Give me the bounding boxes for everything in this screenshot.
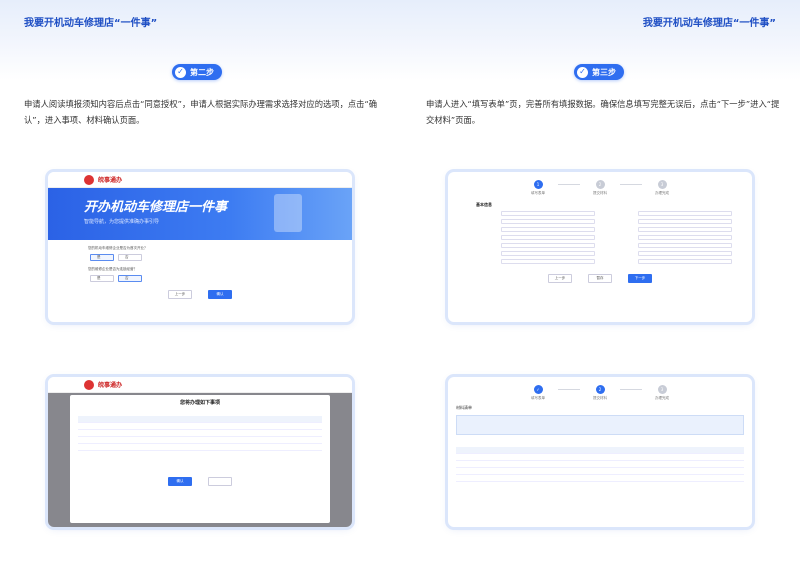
header-gradient (0, 0, 800, 80)
step-dot-3: 3 (657, 180, 667, 189)
check-icon: ✓ (175, 66, 186, 78)
page-title-right: 我要开机动车修理店“一件事” (642, 18, 776, 29)
step-label: 办理完成 (655, 396, 669, 400)
step-2-description: 申请人阅读填报须知内容后点击“同意授权”，申请人根据实际办理需求选择对应的选项，… (24, 99, 378, 125)
question-1: 您的机动车维修企业是否为首次开业？ (88, 246, 148, 250)
screenshot-form-page: 1 填写表单 2 提交材料 3 办理完成 基本信息 上一步 暂存 下一步 (448, 172, 752, 322)
progress-stepper: 1 填写表单 2 提交材料 3 办理完成 (448, 180, 752, 196)
step-badge-3: ✓ 第三步 (574, 64, 624, 80)
form-field[interactable] (638, 227, 732, 232)
step-dot-1: 1 (533, 180, 543, 189)
table-row (456, 468, 744, 475)
form-field[interactable] (501, 259, 595, 264)
step-badge-label: 第二步 (190, 67, 214, 77)
confirm-button[interactable]: 确认 (168, 477, 192, 486)
progress-stepper: ✓ 填写表单 2 提交材料 3 办理完成 (448, 385, 752, 401)
option-no[interactable]: 否 (118, 254, 142, 261)
logo-icon (84, 379, 94, 390)
step-label: 填写表单 (531, 191, 545, 195)
step-dot-2: 2 (595, 385, 605, 394)
page-title-left: 我要开机动车修理店“一件事” (24, 18, 158, 29)
prev-button[interactable]: 上一步 (168, 290, 192, 299)
form-field[interactable] (638, 243, 732, 248)
step-connector (558, 389, 580, 390)
modal-title: 您将办理如下事项 (179, 400, 220, 406)
step-label: 填写表单 (531, 396, 545, 400)
banner-subtitle: 智能导航，为您提供准确办事引导 (84, 219, 160, 225)
site-header: 皖事通办 (48, 172, 352, 188)
confirm-button[interactable]: 确认 (208, 290, 232, 299)
form-field[interactable] (501, 219, 595, 224)
form-field[interactable] (501, 243, 595, 248)
document-illustration-icon (274, 194, 302, 232)
table-row (456, 461, 744, 468)
upload-info-box (456, 415, 744, 435)
table-row (78, 444, 322, 451)
screenshot-items-modal: 皖事通办 您将办理如下事项 确认 (48, 377, 352, 527)
cancel-button[interactable] (208, 477, 232, 486)
site-logo-text: 皖事通办 (98, 382, 123, 389)
table-row (78, 437, 322, 444)
materials-section-title: 材料清单 (456, 405, 472, 410)
step-label: 提交材料 (593, 191, 607, 195)
prev-button[interactable]: 上一步 (548, 274, 572, 283)
table-row (78, 423, 322, 430)
step-3-description: 申请人进入“填写表单”页，完善所有填报数据。确保信息填写完整无误后，点击“下一步… (426, 99, 780, 125)
form-field[interactable] (638, 219, 732, 224)
step-dot-2: 2 (595, 180, 605, 189)
next-button[interactable]: 下一步 (628, 274, 652, 283)
step-connector (620, 389, 642, 390)
step-dot-1: ✓ (533, 385, 543, 394)
form-field[interactable] (638, 235, 732, 240)
save-button[interactable]: 暂存 (588, 274, 612, 283)
check-icon: ✓ (577, 66, 588, 78)
step-badge-2: ✓ 第二步 (172, 64, 222, 80)
form-field[interactable] (638, 251, 732, 256)
form-section-title: 基本信息 (476, 202, 492, 207)
option-no[interactable]: 否 (118, 275, 142, 282)
banner-title: 开办机动车修理店一件事 (84, 200, 228, 215)
site-header: 皖事通办 (48, 377, 352, 393)
items-modal: 您将办理如下事项 确认 (70, 395, 330, 523)
step-label: 办理完成 (655, 191, 669, 195)
table-row (78, 430, 322, 437)
step-badge-label: 第三步 (592, 67, 616, 77)
step-dot-3: 3 (657, 385, 667, 394)
hero-banner: 开办机动车修理店一件事 智能导航，为您提供准确办事引导 (48, 188, 352, 240)
materials-table (456, 447, 744, 482)
form-field[interactable] (638, 259, 732, 264)
step-label: 提交材料 (593, 396, 607, 400)
table-row (456, 475, 744, 482)
option-yes[interactable]: 是 (90, 254, 114, 261)
table-row (456, 454, 744, 461)
form-field[interactable] (501, 227, 595, 232)
form-field[interactable] (501, 251, 595, 256)
screenshot-guide-page: 皖事通办 开办机动车修理店一件事 智能导航，为您提供准确办事引导 您的机动车维修… (48, 172, 352, 322)
screenshot-materials-page: ✓ 填写表单 2 提交材料 3 办理完成 材料清单 (448, 377, 752, 527)
step-connector (620, 184, 642, 185)
form-field[interactable] (501, 235, 595, 240)
logo-icon (84, 174, 94, 185)
form-field[interactable] (638, 211, 732, 216)
items-table (78, 416, 322, 451)
step-connector (558, 184, 580, 185)
option-yes[interactable]: 是 (90, 275, 114, 282)
form-field[interactable] (501, 211, 595, 216)
question-2: 您的维修企业是否为连锁经营？ (88, 267, 137, 271)
site-logo-text: 皖事通办 (98, 177, 123, 184)
